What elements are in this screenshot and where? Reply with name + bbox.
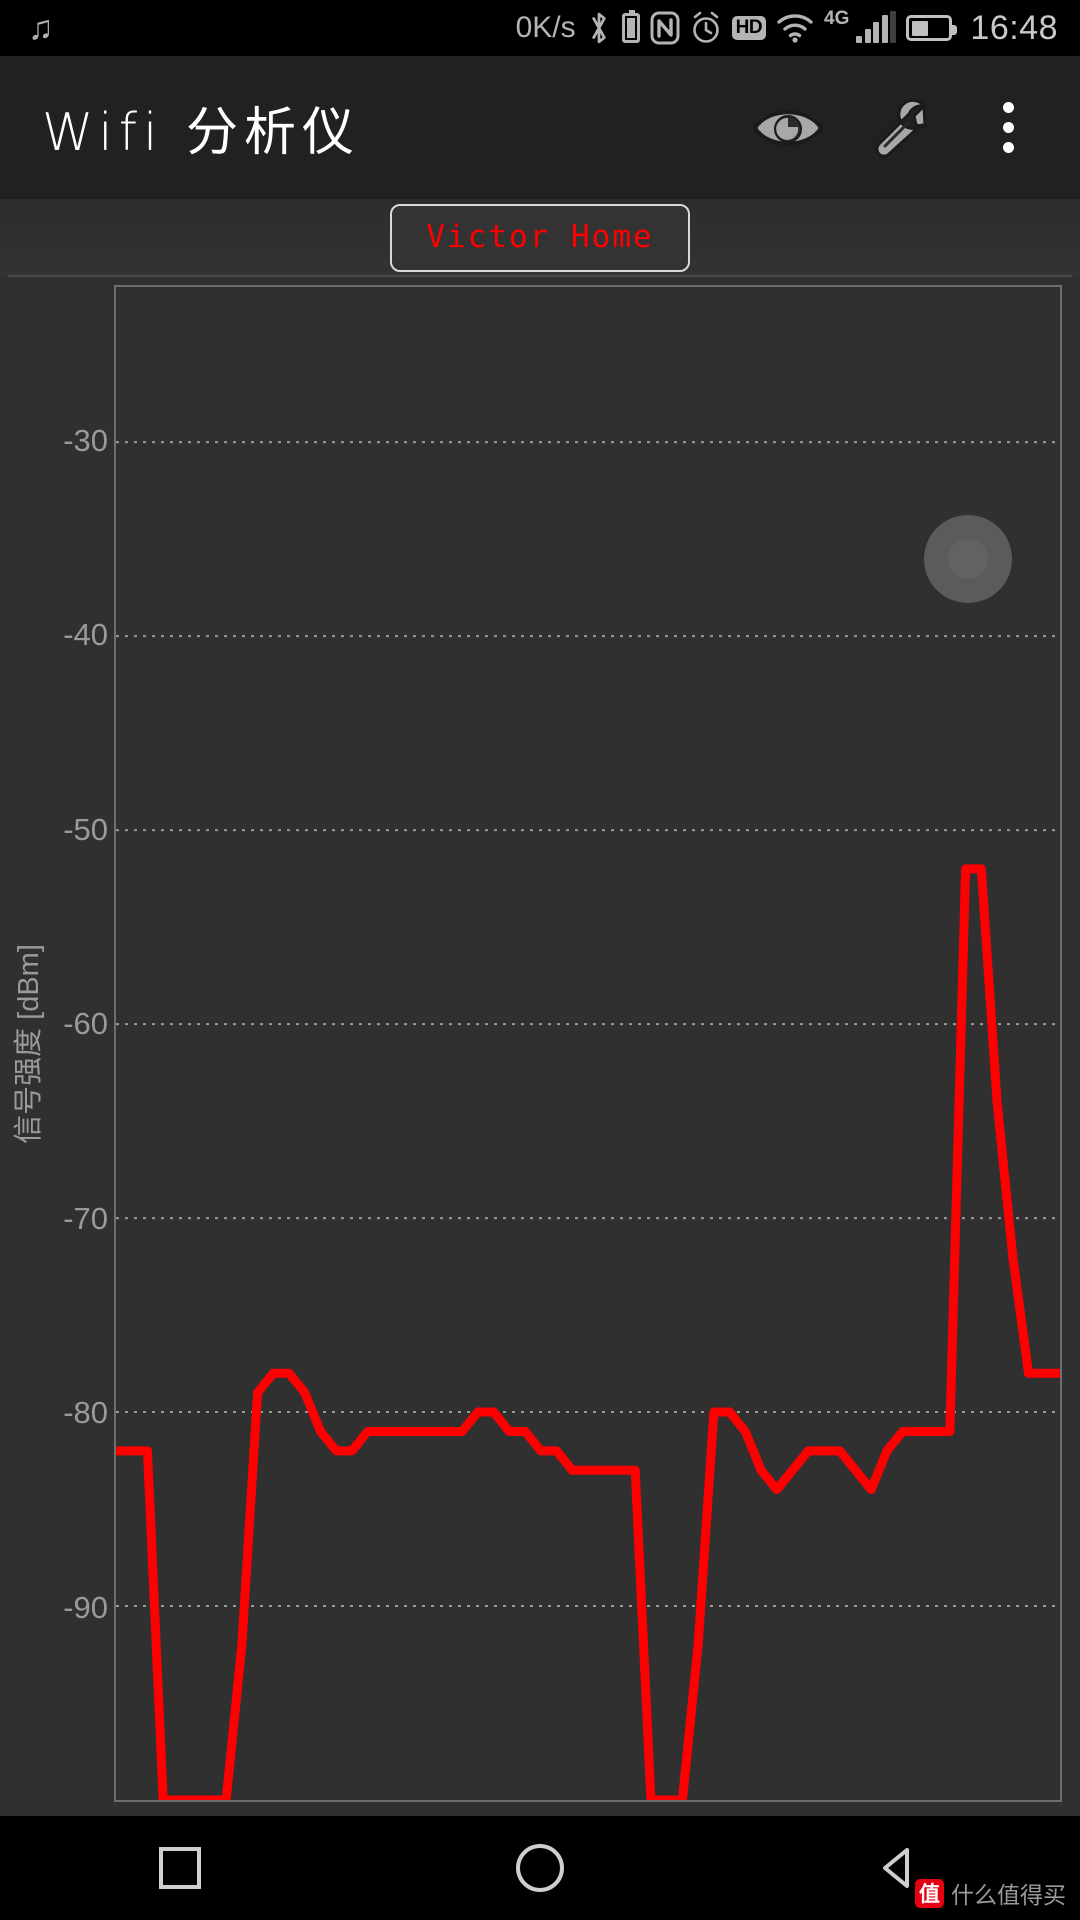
watermark-text: 什么值得买 bbox=[951, 1883, 1066, 1909]
scroll-lock-fab[interactable] bbox=[924, 515, 1012, 604]
y-axis-label-column: 信号强度 [dBm] bbox=[0, 285, 52, 1802]
battery-icon bbox=[906, 15, 958, 41]
signal-bars-icon bbox=[856, 11, 897, 43]
chart-plot-area[interactable] bbox=[114, 285, 1062, 1802]
overflow-menu-icon[interactable] bbox=[970, 90, 1046, 166]
hd-voice-badge: HD bbox=[731, 16, 767, 40]
bluetooth-battery-icon bbox=[621, 10, 640, 43]
y-axis-tick-2: -50 bbox=[63, 811, 108, 847]
ssid-tab-victor-home[interactable]: Victor Home bbox=[390, 204, 690, 272]
app-bar: Wifi 分析仪 bbox=[0, 56, 1080, 199]
status-bar-right: 0K/s HD 4G 16:48 bbox=[515, 8, 1058, 48]
y-axis-tick-6: -90 bbox=[63, 1589, 108, 1625]
y-axis-tick-4: -70 bbox=[63, 1200, 108, 1236]
eye-icon[interactable] bbox=[750, 90, 826, 166]
nfc-icon bbox=[650, 11, 680, 45]
y-axis-label: 信号强度 [dBm] bbox=[13, 943, 45, 1144]
phone-screen: ♫ 0K/s HD 4G 16:48 Wifi 分析仪 Victor Home … bbox=[0, 0, 1080, 1920]
recents-icon bbox=[159, 1847, 201, 1889]
bluetooth-icon bbox=[586, 11, 612, 45]
y-axis-tick-0: -30 bbox=[63, 422, 108, 458]
status-bar: ♫ 0K/s HD 4G 16:48 bbox=[0, 0, 1080, 56]
mobile-network-label: 4G bbox=[824, 8, 850, 29]
network-speed-label: 0K/s bbox=[515, 11, 576, 44]
watermark: 值 什么值得买 bbox=[915, 1876, 1066, 1910]
watermark-badge: 值 bbox=[915, 1878, 944, 1908]
wifi-icon bbox=[776, 13, 814, 43]
recents-button[interactable] bbox=[105, 1816, 255, 1920]
app-bar-actions bbox=[750, 90, 1056, 166]
alarm-clock-icon bbox=[690, 11, 722, 45]
status-bar-clock: 16:48 bbox=[970, 8, 1058, 47]
status-bar-left: ♫ bbox=[28, 11, 54, 45]
y-axis-tick-5: -80 bbox=[63, 1395, 108, 1431]
ssid-tab-bar: Victor Home bbox=[0, 199, 1080, 277]
y-axis-tick-1: -40 bbox=[63, 617, 108, 653]
home-icon bbox=[516, 1844, 564, 1892]
home-button[interactable] bbox=[465, 1816, 615, 1920]
wrench-icon[interactable] bbox=[860, 90, 936, 166]
signal-series-line bbox=[116, 869, 1060, 1800]
android-navigation-bar: 值 什么值得买 bbox=[0, 1816, 1080, 1920]
chart-svg bbox=[116, 287, 1060, 1800]
y-axis-tick-column: -30 -40 -50 -60 -70 -80 -90 bbox=[52, 285, 114, 1802]
fab-inner-dot bbox=[948, 539, 988, 580]
page-title: Wifi 分析仪 bbox=[42, 103, 361, 163]
music-note-icon: ♫ bbox=[28, 9, 54, 47]
y-axis-tick-3: -60 bbox=[63, 1006, 108, 1042]
signal-strength-chart: 信号强度 [dBm] -30 -40 -50 -60 -70 -80 -90 bbox=[0, 277, 1080, 1816]
